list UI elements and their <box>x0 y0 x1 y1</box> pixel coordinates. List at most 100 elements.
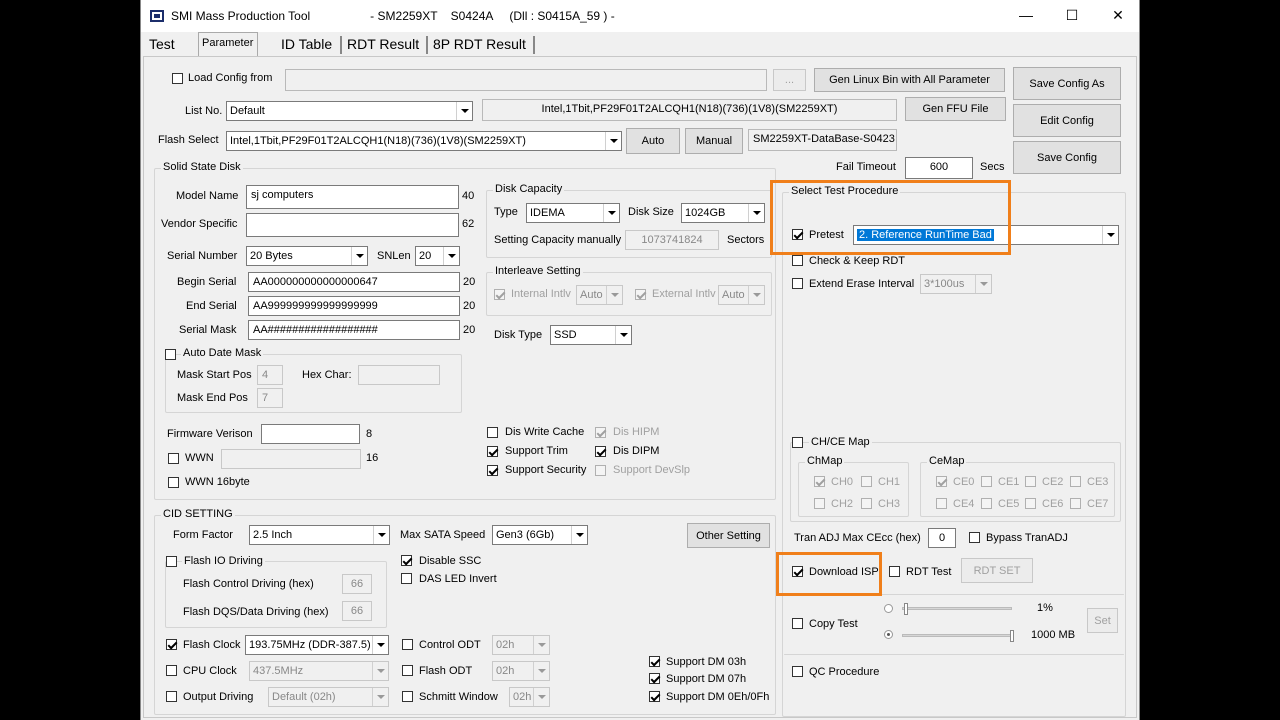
external-interleave-select[interactable]: Auto <box>718 285 765 305</box>
gen-linux-bin-button[interactable]: Gen Linux Bin with All Parameter <box>814 68 1005 92</box>
chce-map-checkbox[interactable] <box>792 437 803 448</box>
copy-test-checkbox[interactable] <box>792 618 803 629</box>
schmitt-window-checkbox[interactable] <box>402 691 413 702</box>
maximize-button[interactable]: ☐ <box>1049 0 1095 30</box>
mask-end-input[interactable]: 7 <box>257 388 283 408</box>
support-dm-0eh-checkbox[interactable] <box>649 691 660 702</box>
disk-type-select[interactable]: SSD <box>550 325 632 345</box>
ce0-checkbox[interactable] <box>936 476 947 487</box>
auto-button[interactable]: Auto <box>626 128 680 154</box>
close-button[interactable]: ✕ <box>1095 0 1139 30</box>
rdt-test-checkbox[interactable] <box>889 566 900 577</box>
wwn-input[interactable] <box>221 449 361 469</box>
size-radio[interactable] <box>884 630 893 639</box>
load-config-checkbox[interactable] <box>172 73 183 84</box>
flash-clock-checkbox[interactable] <box>166 639 177 650</box>
max-sata-speed-select[interactable]: Gen3 (6Gb) <box>492 525 588 545</box>
dis-dipm-checkbox[interactable] <box>595 446 606 457</box>
control-odt-checkbox[interactable] <box>402 639 413 650</box>
firmware-version-input[interactable] <box>261 424 360 444</box>
manual-button[interactable]: Manual <box>685 128 743 154</box>
serial-mask-input[interactable]: AA################## <box>248 320 460 340</box>
external-interleave-checkbox[interactable] <box>635 289 646 300</box>
rdt-set-button[interactable]: RDT SET <box>961 558 1033 583</box>
flash-io-driving-checkbox[interactable] <box>166 556 177 567</box>
save-config-as-button[interactable]: Save Config As <box>1013 67 1121 100</box>
size-slider-track[interactable] <box>902 634 1012 637</box>
percent-slider-thumb[interactable] <box>904 603 908 615</box>
disk-size-select[interactable]: 1024GB <box>681 203 765 223</box>
qc-procedure-checkbox[interactable] <box>792 666 803 677</box>
tab-8p-rdt-result[interactable]: 8P RDT Result <box>429 35 530 56</box>
size-slider-thumb[interactable] <box>1010 630 1014 642</box>
ce4-checkbox[interactable] <box>936 498 947 509</box>
support-security-checkbox[interactable] <box>487 465 498 476</box>
edit-config-button[interactable]: Edit Config <box>1013 104 1121 137</box>
fail-timeout-input[interactable]: 600 <box>905 157 973 179</box>
ch0-checkbox[interactable] <box>814 476 825 487</box>
hex-char-input[interactable] <box>358 365 440 385</box>
snlen-select[interactable]: 20 <box>415 246 460 266</box>
list-no-select[interactable]: Default <box>226 101 473 121</box>
flash-control-driving-input[interactable]: 66 <box>342 574 372 594</box>
wwn-checkbox[interactable] <box>168 453 179 464</box>
mask-start-input[interactable]: 4 <box>257 365 283 385</box>
support-dm-03h-checkbox[interactable] <box>649 656 660 667</box>
ch2-checkbox[interactable] <box>814 498 825 509</box>
flash-odt-select[interactable]: 02h <box>492 661 550 681</box>
set-button[interactable]: Set <box>1087 608 1118 633</box>
ce5-checkbox[interactable] <box>981 498 992 509</box>
flash-dqs-driving-input[interactable]: 66 <box>342 601 372 621</box>
cpu-clock-select[interactable]: 437.5MHz <box>249 661 389 681</box>
tab-test[interactable]: Test <box>145 35 179 56</box>
disable-ssc-checkbox[interactable] <box>401 555 412 566</box>
ce2-checkbox[interactable] <box>1025 476 1036 487</box>
control-odt-select[interactable]: 02h <box>492 635 550 655</box>
begin-serial-input[interactable]: AA000000000000000647 <box>248 272 460 292</box>
schmitt-window-select[interactable]: 02h <box>509 687 550 707</box>
ce6-checkbox[interactable] <box>1025 498 1036 509</box>
tab-id-table[interactable]: ID Table <box>277 35 336 56</box>
end-serial-input[interactable]: AA999999999999999999 <box>248 296 460 316</box>
check-keep-rdt-checkbox[interactable] <box>792 255 803 266</box>
gen-ffu-button[interactable]: Gen FFU File <box>905 97 1006 121</box>
ce7-checkbox[interactable] <box>1070 498 1081 509</box>
flash-select[interactable]: Intel,1Tbit,PF29F01T2ALCQH1(N18)(736)(1V… <box>226 131 622 151</box>
flash-odt-checkbox[interactable] <box>402 665 413 676</box>
tran-adj-input[interactable]: 0 <box>928 528 956 548</box>
auto-date-mask-checkbox[interactable] <box>165 349 176 360</box>
wwn-16byte-checkbox[interactable] <box>168 477 179 488</box>
percent-slider-track[interactable] <box>902 607 1012 610</box>
ch1-checkbox[interactable] <box>861 476 872 487</box>
capacity-type-select[interactable]: IDEMA <box>526 203 620 223</box>
dis-hipm-checkbox[interactable] <box>595 427 606 438</box>
bypass-tranadj-checkbox[interactable] <box>969 532 980 543</box>
manual-capacity-input[interactable]: 1073741824 <box>625 230 719 250</box>
output-driving-select[interactable]: Default (02h) <box>268 687 389 707</box>
browse-button[interactable]: ... <box>773 69 806 91</box>
form-factor-select[interactable]: 2.5 Inch <box>249 525 390 545</box>
support-trim-checkbox[interactable] <box>487 446 498 457</box>
percent-radio[interactable] <box>884 604 893 613</box>
cpu-clock-checkbox[interactable] <box>166 665 177 676</box>
flash-clock-select[interactable]: 193.75MHz (DDR-387.5) <box>245 635 389 655</box>
das-led-invert-checkbox[interactable] <box>401 573 412 584</box>
other-setting-button[interactable]: Other Setting <box>687 523 770 548</box>
support-devslp-checkbox[interactable] <box>595 465 606 476</box>
support-dm-07h-checkbox[interactable] <box>649 673 660 684</box>
tab-parameter[interactable]: Parameter <box>198 32 259 56</box>
dis-write-cache-checkbox[interactable] <box>487 427 498 438</box>
internal-interleave-select[interactable]: Auto <box>576 285 623 305</box>
serial-number-select[interactable]: 20 Bytes <box>246 246 368 266</box>
load-config-path[interactable] <box>285 69 767 91</box>
output-driving-checkbox[interactable] <box>166 691 177 702</box>
ch3-checkbox[interactable] <box>861 498 872 509</box>
extend-erase-checkbox[interactable] <box>792 278 803 289</box>
vendor-specific-input[interactable] <box>246 213 459 237</box>
save-config-button[interactable]: Save Config <box>1013 141 1121 174</box>
tab-rdt-result[interactable]: RDT Result <box>343 35 423 56</box>
model-name-input[interactable]: sj computers <box>246 185 459 209</box>
internal-interleave-checkbox[interactable] <box>494 289 505 300</box>
extend-erase-select[interactable]: 3*100us <box>920 274 992 294</box>
ce1-checkbox[interactable] <box>981 476 992 487</box>
